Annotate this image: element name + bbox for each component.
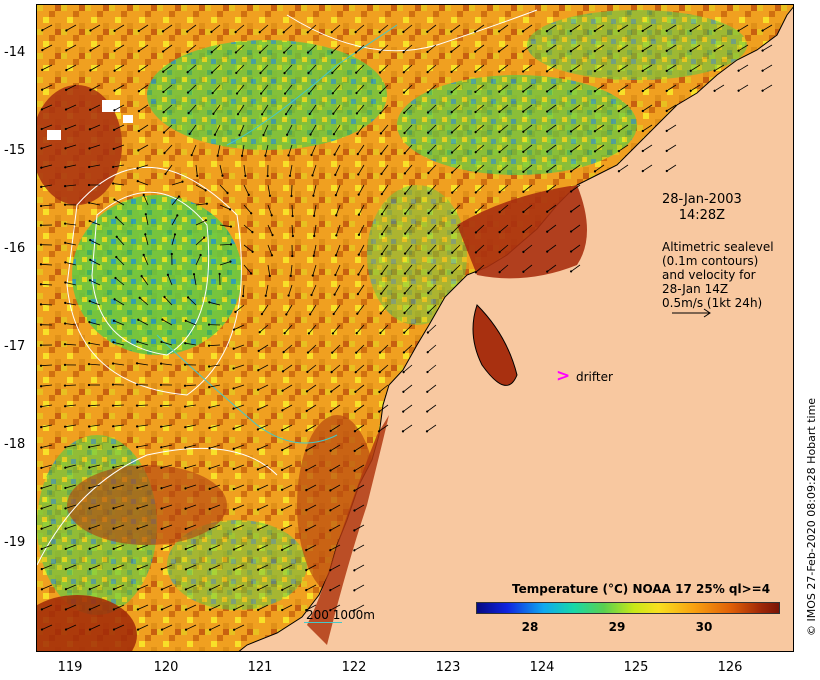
- colorbar-tick: 28: [521, 620, 539, 634]
- drifter-icon: >: [556, 366, 571, 386]
- sealevel-line: Altimetric sealevel: [662, 240, 774, 254]
- x-tick-label: 124: [529, 660, 555, 675]
- x-tick-label: 126: [717, 660, 743, 675]
- x-tick-label: 120: [153, 660, 179, 675]
- velocity-scale-arrow-icon: [672, 308, 711, 318]
- depth-legend: 200 1000m: [306, 608, 375, 622]
- colorbar-tick: 29: [608, 620, 626, 634]
- colorbar-title: Temperature (°C) NOAA 17 25% ql>=4: [512, 582, 771, 596]
- colorbar: [476, 602, 780, 614]
- x-tick-label: 122: [341, 660, 367, 675]
- sealevel-annotation: Altimetric sealevel (0.1m contours) and …: [662, 240, 774, 310]
- date-line: 28-Jan-2003: [662, 192, 742, 207]
- sealevel-line: 28-Jan 14Z: [662, 282, 729, 296]
- x-tick-label: 123: [435, 660, 461, 675]
- colorbar-tick: 30: [695, 620, 713, 634]
- y-tick-label: -17: [4, 339, 26, 354]
- sst-map: [36, 4, 794, 652]
- y-tick-label: -15: [4, 143, 26, 158]
- depth-legend-line: [304, 622, 342, 623]
- map-canvas: [37, 5, 793, 651]
- date-annotation: 28-Jan-2003 14:28Z: [662, 192, 742, 224]
- sealevel-line: (0.1m contours): [662, 254, 759, 268]
- y-tick-label: -19: [4, 535, 26, 550]
- x-tick-label: 119: [57, 660, 83, 675]
- sealevel-line: and velocity for: [662, 268, 756, 282]
- x-tick-label: 125: [623, 660, 649, 675]
- y-tick-label: -14: [4, 45, 26, 60]
- y-tick-label: -18: [4, 437, 26, 452]
- time-line: 14:28Z: [678, 208, 726, 223]
- velocity-arrow: [290, 184, 293, 198]
- drifter-label: drifter: [576, 370, 613, 384]
- y-tick-label: -16: [4, 241, 26, 256]
- credit-text: © IMOS 27-Feb-2020 08:09:28 Hobart time: [805, 397, 818, 636]
- x-tick-label: 121: [247, 660, 273, 675]
